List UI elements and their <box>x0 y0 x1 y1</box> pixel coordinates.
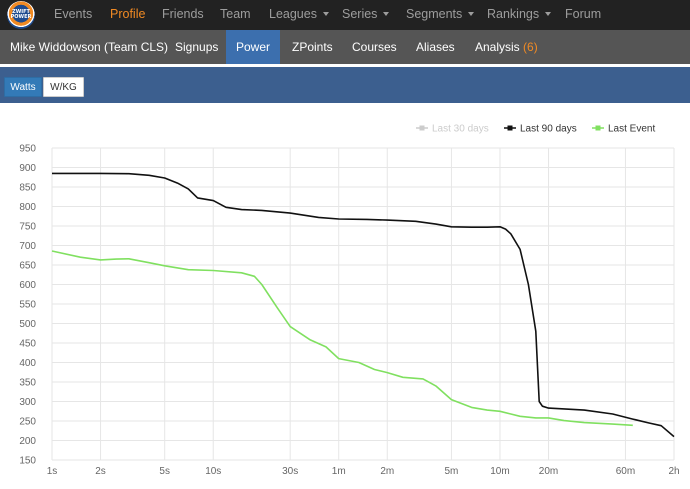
tab-power[interactable]: Power <box>226 30 280 64</box>
nav-forum[interactable]: Forum <box>565 7 601 21</box>
tab-courses[interactable]: Courses <box>352 30 397 64</box>
x-tick-label: 2s <box>95 466 106 477</box>
nav-team[interactable]: Team <box>220 7 251 21</box>
y-tick-label: 850 <box>19 183 36 194</box>
x-tick-label: 30s <box>282 466 298 477</box>
power-curve-chart[interactable]: 150 200 250 300 350 400 450 500 550 600 650 700 750 8… <box>0 108 690 489</box>
tab-analysis[interactable]: Analysis (6) <box>475 30 538 64</box>
tab-signups[interactable]: Signups <box>175 30 218 64</box>
nav-leagues-label: Leagues <box>269 7 317 21</box>
nav-rankings[interactable]: Rankings <box>487 7 552 21</box>
tab-aliases[interactable]: Aliases <box>416 30 455 64</box>
caret-down-icon <box>383 11 390 16</box>
profile-name[interactable]: Mike Widdowson (Team CLS) <box>10 30 168 64</box>
legend-item[interactable]: Last Event <box>608 124 655 135</box>
nav-leagues[interactable]: Leagues <box>269 7 329 21</box>
y-tick-label: 750 <box>19 222 36 233</box>
x-tick-label: 1m <box>332 466 346 477</box>
watts-toggle-button[interactable]: Watts <box>4 77 42 97</box>
legend-marker-icon <box>507 125 513 131</box>
y-tick-label: 350 <box>19 378 36 389</box>
x-tick-label: 2m <box>380 466 394 477</box>
nav-rankings-label: Rankings <box>487 7 540 21</box>
nav-events[interactable]: Events <box>54 7 92 21</box>
nav-profile[interactable]: Profile <box>110 7 145 21</box>
caret-down-icon <box>545 11 552 16</box>
x-tick-label: 10m <box>490 466 509 477</box>
nav-series[interactable]: Series <box>342 7 390 21</box>
y-tick-label: 500 <box>19 319 36 330</box>
series-line[interactable] <box>52 172 675 438</box>
y-tick-label: 950 <box>19 144 36 155</box>
nav-series-label: Series <box>342 7 378 21</box>
x-tick-label: 20m <box>539 466 558 477</box>
y-tick-label: 900 <box>19 163 36 174</box>
logo-text: ZWIFT POWER <box>10 9 32 20</box>
x-tick-label: 2h <box>668 466 679 477</box>
nav-friends[interactable]: Friends <box>162 7 204 21</box>
x-tick-label: 1s <box>47 466 58 477</box>
y-tick-label: 800 <box>19 202 36 213</box>
y-tick-label: 150 <box>19 456 36 467</box>
power-unit-bar: Watts W/KG <box>0 67 690 103</box>
legend-marker-icon <box>419 125 425 131</box>
x-tick-label: 5m <box>444 466 458 477</box>
y-tick-label: 650 <box>19 261 36 272</box>
tab-analysis-label: Analysis <box>475 40 520 54</box>
top-navbar: ZWIFT POWER Events Profile Friends Team … <box>0 0 690 30</box>
legend-item[interactable]: Last 30 days <box>432 124 489 135</box>
series-line[interactable] <box>51 250 633 427</box>
x-tick-label: 5s <box>159 466 170 477</box>
y-tick-label: 600 <box>19 280 36 291</box>
x-tick-label: 10s <box>205 466 221 477</box>
y-tick-label: 400 <box>19 358 36 369</box>
y-tick-label: 700 <box>19 241 36 252</box>
zwiftpower-logo[interactable]: ZWIFT POWER <box>7 1 35 29</box>
y-tick-label: 450 <box>19 339 36 350</box>
wkg-toggle-button[interactable]: W/KG <box>43 77 84 97</box>
y-tick-label: 300 <box>19 397 36 408</box>
nav-segments[interactable]: Segments <box>406 7 475 21</box>
x-tick-label: 60m <box>616 466 635 477</box>
analysis-count-badge: (6) <box>523 40 538 54</box>
y-tick-label: 550 <box>19 300 36 311</box>
legend-item[interactable]: Last 90 days <box>520 124 577 135</box>
y-tick-label: 200 <box>19 436 36 447</box>
caret-down-icon <box>468 11 475 16</box>
profile-subnav: Mike Widdowson (Team CLS) Signups Power … <box>0 30 690 64</box>
nav-segments-label: Segments <box>406 7 463 21</box>
tab-zpoints[interactable]: ZPoints <box>292 30 333 64</box>
caret-down-icon <box>322 11 329 16</box>
y-tick-label: 250 <box>19 417 36 428</box>
legend-marker-icon <box>595 125 601 131</box>
